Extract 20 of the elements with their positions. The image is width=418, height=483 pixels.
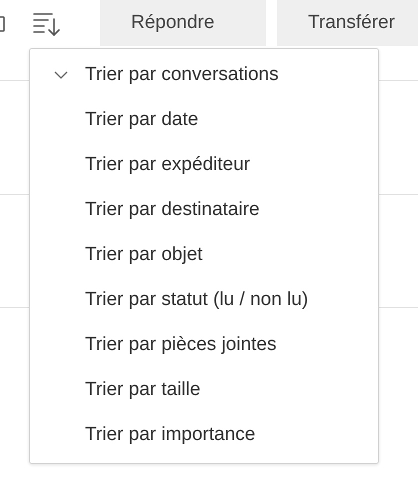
menu-item-label: Trier par expéditeur	[85, 154, 250, 176]
menu-item[interactable]: Trier par importance	[30, 412, 378, 457]
menu-item[interactable]: Trier par objet	[30, 232, 378, 277]
menu-item[interactable]: Trier par statut (lu / non lu)	[30, 277, 378, 322]
menu-item-label: Trier par date	[85, 108, 198, 130]
menu-item-label: Trier par importance	[85, 424, 256, 446]
menu-item-label: Trier par conversations	[85, 64, 279, 86]
menu-item-label: Trier par destinataire	[85, 198, 260, 220]
menu-item[interactable]: Trier par date	[30, 97, 378, 142]
menu-item[interactable]: Trier par conversations	[30, 52, 378, 97]
menu-item-label: Trier par objet	[85, 244, 203, 266]
menu-item[interactable]: Trier par taille	[30, 367, 378, 412]
menu-item[interactable]: Trier par expéditeur	[30, 142, 378, 187]
menu-item-label: Trier par pièces jointes	[85, 334, 276, 356]
toolbar-button[interactable]: Transférer	[277, 0, 418, 46]
toolbar-button[interactable]: Répondre	[100, 0, 266, 46]
menu-item-label: Trier par taille	[85, 378, 200, 400]
menu-item[interactable]: Trier par pièces jointes	[30, 322, 378, 367]
menu-item-label: Trier par statut (lu / non lu)	[85, 288, 308, 310]
menu-item[interactable]: Trier par destinataire	[30, 187, 378, 232]
